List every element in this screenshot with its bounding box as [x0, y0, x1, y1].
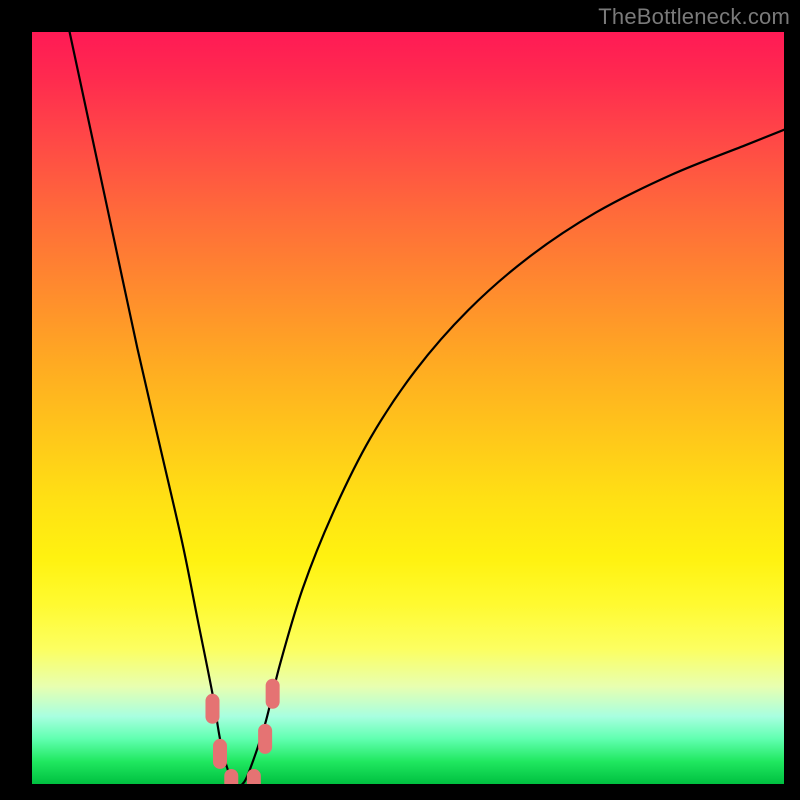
marker-right-lower	[258, 724, 272, 754]
chart-svg	[32, 32, 784, 784]
marker-left-lower	[213, 739, 227, 769]
marker-left-upper	[205, 694, 219, 724]
marker-right-upper	[266, 679, 280, 709]
watermark-text: TheBottleneck.com	[598, 4, 790, 30]
marker-bottom-left	[224, 769, 238, 784]
marker-bottom-right	[247, 769, 261, 784]
bottleneck-curve	[70, 32, 784, 784]
marker-layer	[205, 679, 279, 784]
chart-frame: TheBottleneck.com	[0, 0, 800, 800]
plot-area	[32, 32, 784, 784]
curve-layer	[70, 32, 784, 784]
